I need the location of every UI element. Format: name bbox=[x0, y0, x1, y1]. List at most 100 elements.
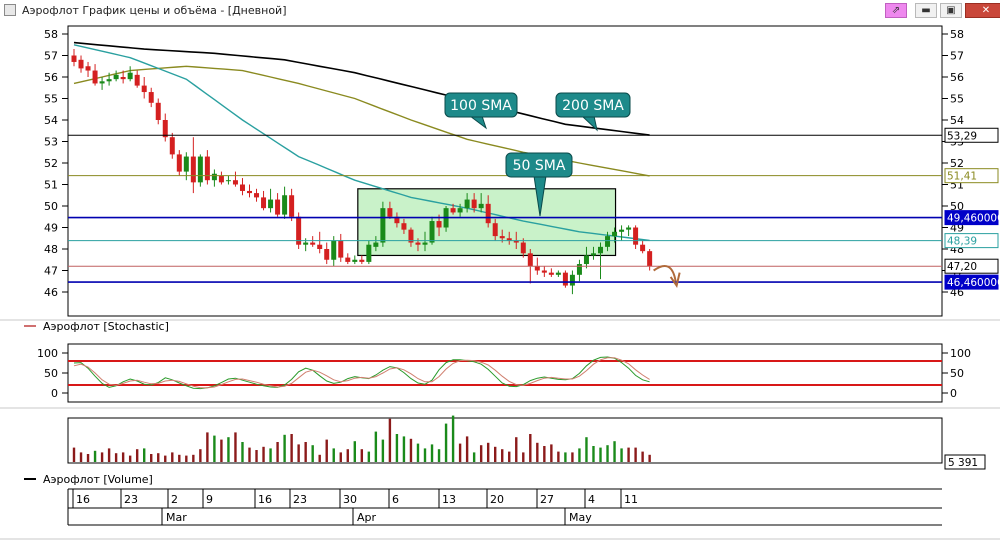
volume-bar bbox=[290, 434, 293, 462]
date-tick-label: 23 bbox=[293, 493, 307, 506]
volume-bar bbox=[543, 446, 546, 462]
volume-bar bbox=[550, 444, 553, 462]
candle-down bbox=[415, 242, 421, 245]
candle-down bbox=[471, 199, 477, 209]
volume-bar bbox=[451, 415, 455, 462]
volume-bar bbox=[465, 436, 469, 462]
volume-bar bbox=[381, 439, 385, 462]
date-tick-label: 2 bbox=[171, 493, 178, 506]
volume-bar bbox=[185, 455, 188, 462]
candle-up bbox=[555, 272, 561, 275]
candle-down bbox=[78, 59, 84, 69]
volume-bar bbox=[192, 454, 195, 462]
candle-down bbox=[401, 223, 407, 230]
candle-up bbox=[99, 81, 105, 84]
volume-bar bbox=[353, 441, 356, 462]
volume-bar bbox=[479, 445, 483, 462]
volume-bar bbox=[360, 449, 364, 462]
candle-down bbox=[338, 240, 344, 258]
volume-bar bbox=[620, 448, 623, 462]
price-label: 48,39 bbox=[947, 236, 977, 248]
candle-down bbox=[261, 197, 267, 209]
candle-down bbox=[499, 236, 505, 239]
y-tick-label: 49 bbox=[44, 222, 58, 235]
y-tick-label: 58 bbox=[44, 28, 58, 41]
callout-200-sma: 200 SMA bbox=[562, 98, 624, 114]
date-tick-label: 23 bbox=[124, 493, 138, 506]
volume-bar bbox=[157, 453, 160, 462]
volume-bar bbox=[332, 448, 335, 462]
date-tick-label: 20 bbox=[490, 493, 504, 506]
volume-bar bbox=[241, 442, 244, 462]
volume-bar bbox=[515, 437, 518, 462]
y-tick-label: 54 bbox=[950, 114, 964, 127]
candle-down bbox=[640, 244, 646, 252]
volume-bar bbox=[374, 431, 378, 462]
volume-bar bbox=[578, 448, 581, 462]
candle-down bbox=[85, 66, 91, 71]
candle-up bbox=[626, 227, 632, 230]
volume-value-label: 5 391 bbox=[948, 457, 978, 469]
volume-bar bbox=[143, 448, 146, 462]
volume-bar bbox=[599, 447, 602, 462]
candle-up bbox=[422, 242, 428, 245]
volume-bar bbox=[472, 452, 476, 462]
candle-up bbox=[605, 236, 611, 247]
chart-area: 16 23 2 9 16 23 30 6 13 20 27 4 11 Mar Apr May 100 SMA 2… bbox=[0, 22, 1000, 541]
volume-bar bbox=[199, 449, 202, 462]
candle-down bbox=[218, 175, 224, 183]
candle-up bbox=[619, 229, 625, 232]
volume-bar bbox=[522, 452, 525, 462]
volume-bar bbox=[135, 449, 139, 462]
volume-bar bbox=[494, 446, 497, 462]
volume-bar bbox=[613, 441, 616, 462]
stoch-tick-label: 0 bbox=[950, 387, 957, 400]
candle-down bbox=[436, 221, 442, 228]
volume-bar bbox=[234, 432, 237, 462]
candle-up bbox=[331, 240, 337, 260]
volume-bar bbox=[79, 452, 83, 462]
y-tick-label: 57 bbox=[950, 50, 964, 63]
price-label: 51,41 bbox=[947, 171, 977, 183]
volume-bar bbox=[557, 451, 560, 462]
candle-up bbox=[478, 203, 484, 209]
candle-up bbox=[183, 156, 189, 172]
candle-up bbox=[303, 242, 309, 245]
volume-bar bbox=[72, 447, 76, 462]
maximize-button[interactable]: ▣ bbox=[940, 3, 962, 18]
y-tick-label: 50 bbox=[44, 200, 58, 213]
volume-legend: Аэрофлот [Volume] bbox=[43, 473, 153, 486]
volume-bar bbox=[346, 449, 349, 462]
y-tick-label: 56 bbox=[950, 71, 964, 84]
close-button[interactable]: ✕ bbox=[965, 3, 1000, 18]
volume-bar bbox=[606, 445, 609, 462]
volume-bar bbox=[297, 444, 300, 462]
volume-bar bbox=[388, 418, 392, 462]
pin-icon[interactable]: ⇗ bbox=[885, 3, 907, 18]
candle-up bbox=[373, 242, 379, 247]
volume-bar bbox=[458, 443, 462, 462]
volume-bar bbox=[486, 442, 490, 462]
volume-bar bbox=[395, 434, 399, 462]
y-tick-label: 46 bbox=[44, 286, 58, 299]
candle-down bbox=[506, 238, 512, 241]
volume-bar bbox=[164, 455, 167, 462]
volume-bar bbox=[339, 452, 342, 462]
y-tick-label: 48 bbox=[44, 243, 58, 256]
candle-down bbox=[275, 199, 281, 215]
price-label: 53,29 bbox=[947, 130, 977, 142]
volume-bar bbox=[304, 442, 307, 462]
app-icon bbox=[4, 4, 16, 16]
title-bar: Аэрофлот График цены и объёма - [Дневной… bbox=[0, 0, 1000, 23]
candle-up bbox=[598, 246, 603, 254]
minimize-button[interactable]: ▬ bbox=[915, 3, 937, 18]
candle-up bbox=[590, 253, 596, 256]
stoch-tick-label: 0 bbox=[51, 387, 58, 400]
candle-down bbox=[71, 55, 77, 62]
candle-up bbox=[106, 79, 112, 82]
candle-up bbox=[576, 264, 582, 275]
candle-down bbox=[317, 244, 323, 249]
y-tick-label: 51 bbox=[44, 179, 58, 192]
volume-bar bbox=[100, 452, 104, 462]
date-tick-label: 30 bbox=[343, 493, 357, 506]
